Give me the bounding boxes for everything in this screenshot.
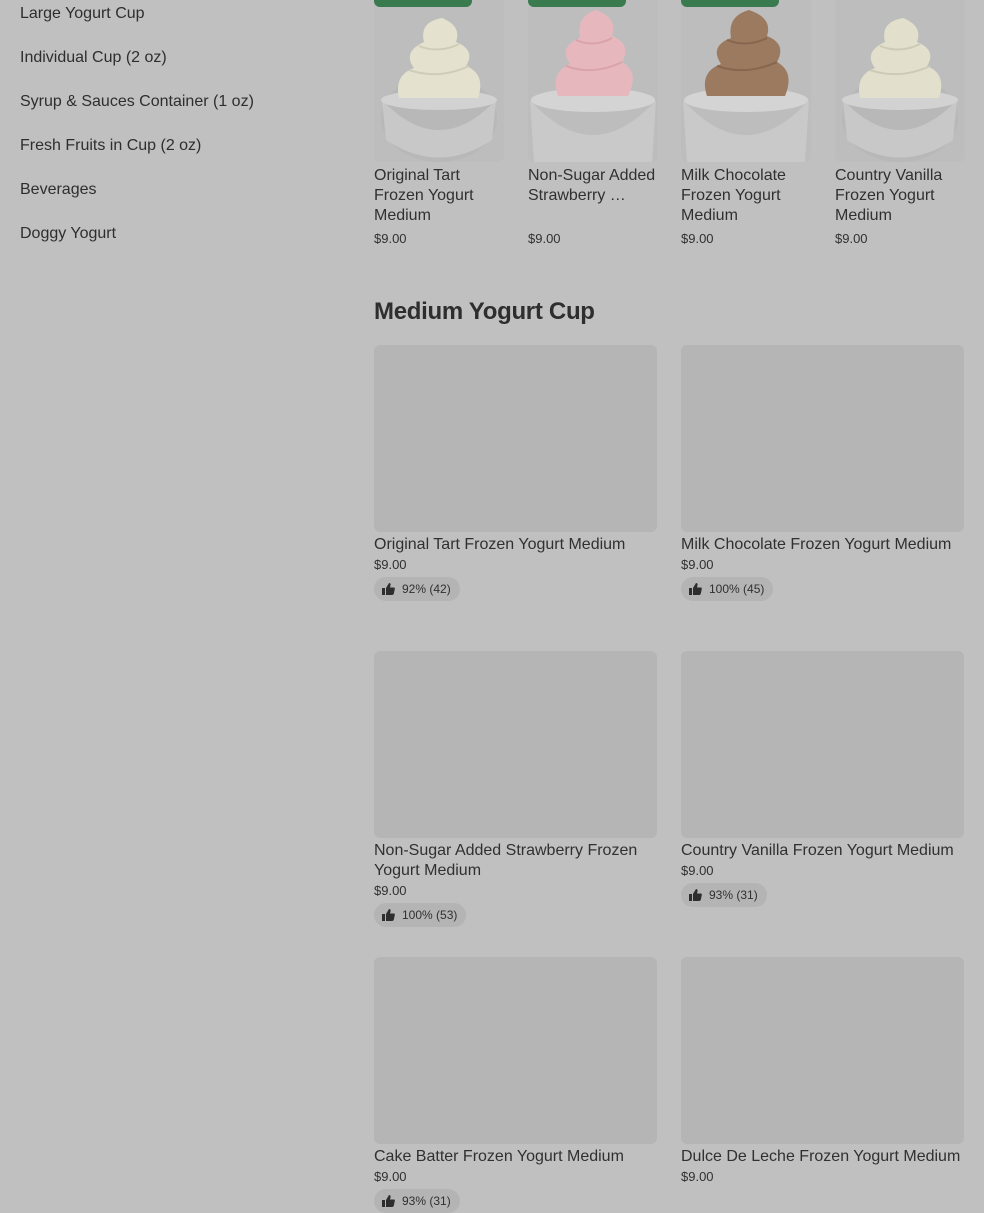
featured-badge bbox=[374, 0, 472, 7]
product-title: Milk Chocolate Frozen Yogurt Medium bbox=[681, 167, 786, 224]
rating-text: 100% (53) bbox=[402, 908, 458, 922]
frozen-yogurt-image bbox=[381, 18, 497, 162]
sidebar-item-large-yogurt-cup[interactable]: Large Yogurt Cup bbox=[20, 4, 145, 24]
product-card[interactable]: Non-Sugar Added Strawberry Frozen Yogurt… bbox=[374, 651, 657, 927]
frozen-yogurt-image bbox=[530, 10, 656, 162]
rating-badge: 93% (31) bbox=[374, 1189, 460, 1213]
product-image-placeholder bbox=[681, 957, 964, 1144]
frozen-yogurt-image bbox=[683, 10, 809, 162]
thumbs-up-icon bbox=[382, 1195, 395, 1207]
rating-badge: 100% (53) bbox=[374, 903, 467, 927]
product-price: $9.00 bbox=[681, 863, 714, 878]
rating-text: 100% (45) bbox=[709, 582, 765, 596]
rating-text: 93% (31) bbox=[402, 1194, 451, 1208]
product-image bbox=[835, 0, 965, 162]
featured-item-card[interactable]: Country Vanilla Frozen Yogurt Medium $9.… bbox=[835, 0, 965, 246]
product-card[interactable]: Dulce De Leche Frozen Yogurt Medium $9.0… bbox=[681, 957, 964, 1184]
product-price: $9.00 bbox=[374, 557, 407, 572]
product-price: $9.00 bbox=[681, 231, 714, 246]
product-price: $9.00 bbox=[374, 883, 407, 898]
product-image bbox=[374, 0, 504, 162]
product-title: Cake Batter Frozen Yogurt Medium bbox=[374, 1148, 624, 1165]
product-title: Original Tart Frozen Yogurt Medium bbox=[374, 167, 474, 224]
rating-badge: 93% (31) bbox=[681, 883, 767, 907]
product-title: Dulce De Leche Frozen Yogurt Medium bbox=[681, 1148, 961, 1165]
featured-item-card[interactable]: Original Tart Frozen Yogurt Medium $9.00 bbox=[374, 0, 504, 246]
sidebar-item-syrup-sauces[interactable]: Syrup & Sauces Container (1 oz) bbox=[20, 92, 254, 112]
featured-item-card[interactable]: Non-Sugar Added Strawberry … $9.00 bbox=[528, 0, 658, 246]
rating-badge: 92% (42) bbox=[374, 577, 460, 601]
featured-badge bbox=[528, 0, 626, 7]
product-card[interactable]: Milk Chocolate Frozen Yogurt Medium $9.0… bbox=[681, 345, 964, 601]
product-card[interactable]: Cake Batter Frozen Yogurt Medium $9.00 9… bbox=[374, 957, 657, 1213]
product-title: Original Tart Frozen Yogurt Medium bbox=[374, 536, 626, 553]
product-price: $9.00 bbox=[681, 557, 714, 572]
product-image-placeholder bbox=[374, 345, 657, 532]
sidebar-item-fresh-fruits[interactable]: Fresh Fruits in Cup (2 oz) bbox=[20, 136, 201, 156]
thumbs-up-icon bbox=[689, 889, 702, 901]
rating-text: 93% (31) bbox=[709, 888, 758, 902]
product-price: $9.00 bbox=[374, 231, 407, 246]
product-title: Non-Sugar Added Strawberry … bbox=[528, 167, 656, 204]
thumbs-up-icon bbox=[382, 583, 395, 595]
product-card[interactable]: Country Vanilla Frozen Yogurt Medium $9.… bbox=[681, 651, 964, 907]
product-image bbox=[681, 0, 811, 162]
product-image-placeholder bbox=[374, 651, 657, 838]
product-image bbox=[528, 0, 658, 162]
product-title: Country Vanilla Frozen Yogurt Medium bbox=[681, 842, 954, 859]
product-title: Milk Chocolate Frozen Yogurt Medium bbox=[681, 536, 952, 553]
sidebar-item-beverages[interactable]: Beverages bbox=[20, 180, 97, 200]
product-title: Non-Sugar Added Strawberry Frozen Yogurt… bbox=[374, 842, 638, 879]
product-price: $9.00 bbox=[528, 231, 561, 246]
section-title: Medium Yogurt Cup bbox=[374, 298, 595, 325]
product-price: $9.00 bbox=[374, 1169, 407, 1184]
product-image-placeholder bbox=[374, 957, 657, 1144]
featured-item-card[interactable]: Milk Chocolate Frozen Yogurt Medium $9.0… bbox=[681, 0, 811, 246]
product-image-placeholder bbox=[681, 651, 964, 838]
sidebar-item-individual-cup[interactable]: Individual Cup (2 oz) bbox=[20, 48, 167, 68]
product-price: $9.00 bbox=[835, 231, 868, 246]
thumbs-up-icon bbox=[689, 583, 702, 595]
rating-text: 92% (42) bbox=[402, 582, 451, 596]
product-image-placeholder bbox=[681, 345, 964, 532]
product-card[interactable]: Original Tart Frozen Yogurt Medium $9.00… bbox=[374, 345, 657, 601]
product-title: Country Vanilla Frozen Yogurt Medium bbox=[835, 167, 943, 224]
rating-badge: 100% (45) bbox=[681, 577, 774, 601]
featured-badge bbox=[681, 0, 779, 7]
thumbs-up-icon bbox=[382, 909, 395, 921]
product-price: $9.00 bbox=[681, 1169, 714, 1184]
sidebar-item-doggy-yogurt[interactable]: Doggy Yogurt bbox=[20, 224, 116, 244]
frozen-yogurt-image bbox=[842, 18, 958, 162]
